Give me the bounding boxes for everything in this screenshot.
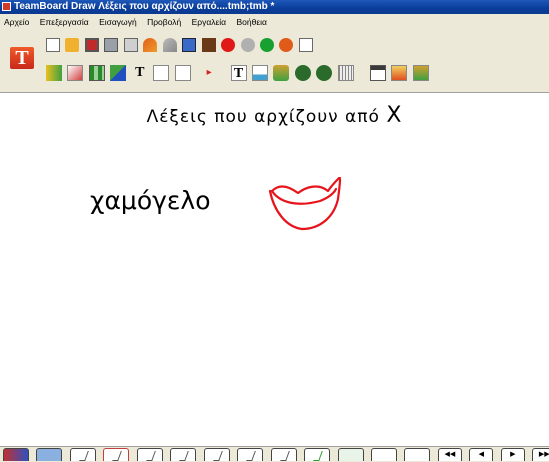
page-tab-8[interactable] [270, 448, 297, 461]
record-icon[interactable] [221, 37, 236, 52]
page-tab-9[interactable] [304, 448, 331, 461]
print-icon[interactable] [104, 37, 119, 52]
page-tab-2[interactable] [69, 448, 96, 461]
save-icon[interactable] [84, 37, 99, 52]
next-page-button[interactable]: ▶ [500, 448, 525, 461]
chart-icon[interactable] [251, 64, 268, 81]
toolbar-row-2: T ▸ T [46, 64, 430, 82]
person-icon[interactable] [273, 64, 290, 81]
presentation-icon[interactable] [369, 64, 386, 81]
page-tab-print[interactable] [404, 448, 431, 461]
page-tab-3[interactable] [103, 448, 130, 461]
screen-capture-icon[interactable] [182, 37, 197, 52]
text-icon[interactable]: T [132, 65, 148, 81]
page-tab-4[interactable] [136, 448, 163, 461]
heading-text: Λέξεις που αρχίζουν από Χ [0, 103, 549, 128]
new-page-icon[interactable] [46, 37, 60, 52]
scanner-icon[interactable] [123, 37, 138, 52]
keyboard-icon[interactable] [337, 64, 354, 81]
play-icon[interactable] [259, 37, 274, 52]
heading-letter: Χ [386, 103, 403, 128]
drawing-canvas[interactable]: Λέξεις που αρχίζουν από Χ χαμόγελο [0, 93, 549, 446]
menu-insert[interactable]: Εισαγωγή [95, 14, 141, 30]
pen-icon[interactable] [46, 64, 62, 81]
gallery-icon[interactable] [412, 64, 429, 81]
page-tab-7[interactable] [237, 448, 264, 461]
paste-icon[interactable] [174, 64, 191, 81]
last-page-button[interactable]: ▶▶ [532, 448, 549, 461]
page-tab-11[interactable] [370, 448, 397, 461]
grid-icon[interactable] [88, 64, 105, 81]
speech-bubble2-icon[interactable] [316, 64, 333, 81]
toolbar-row-1 [46, 36, 314, 52]
play-arrow-icon[interactable]: ▸ [207, 65, 215, 81]
text-box-icon[interactable]: T [230, 64, 247, 81]
window-title: TeamBoard Draw Λέξεις που αρχίζουν από..… [14, 1, 275, 12]
menu-file[interactable]: Αρχείο [0, 14, 33, 30]
heading-phrase: Λέξεις που αρχίζουν από [146, 107, 387, 127]
teamboard-logo: T [10, 47, 34, 69]
undo-icon[interactable] [143, 37, 158, 52]
title-bar: TeamBoard Draw Λέξεις που αρχίζουν από..… [0, 0, 549, 14]
picture-icon[interactable] [201, 37, 216, 52]
menu-help[interactable]: Βοήθεια [232, 14, 270, 30]
speech-bubble-icon[interactable] [294, 64, 311, 81]
word-label: χαμόγελο [90, 186, 211, 215]
page-thumbnail-tools[interactable] [3, 448, 29, 461]
stop-icon[interactable] [240, 37, 255, 52]
menu-view[interactable]: Προβολή [143, 14, 185, 30]
help-icon[interactable] [279, 37, 294, 52]
shapes-icon[interactable] [391, 64, 408, 81]
eraser-icon[interactable] [67, 64, 84, 81]
app-icon [2, 2, 11, 11]
menu-tools[interactable]: Εργαλεία [188, 14, 231, 30]
select-arrow-icon[interactable] [153, 64, 170, 81]
page-tab-6[interactable] [203, 448, 230, 461]
line-icon[interactable] [110, 64, 127, 81]
page-tab-bar: ◀◀ ◀ ▶ ▶▶ [0, 446, 549, 462]
smile-drawing [268, 177, 342, 231]
redo-icon[interactable] [162, 37, 177, 52]
toolbar-area: T T ▸ T [0, 30, 549, 93]
prev-page-button[interactable]: ◀ [469, 448, 494, 461]
menu-bar: Αρχείο Επεξεργασία Εισαγωγή Προβολή Εργα… [0, 14, 549, 30]
page-tab-5[interactable] [170, 448, 197, 461]
page-tab-10[interactable] [337, 448, 364, 461]
open-folder-icon[interactable] [65, 37, 80, 52]
first-page-button[interactable]: ◀◀ [437, 448, 462, 461]
page-thumbnail-1[interactable] [36, 448, 63, 461]
menu-edit[interactable]: Επεξεργασία [36, 14, 93, 30]
zoom-icon[interactable] [298, 37, 313, 52]
